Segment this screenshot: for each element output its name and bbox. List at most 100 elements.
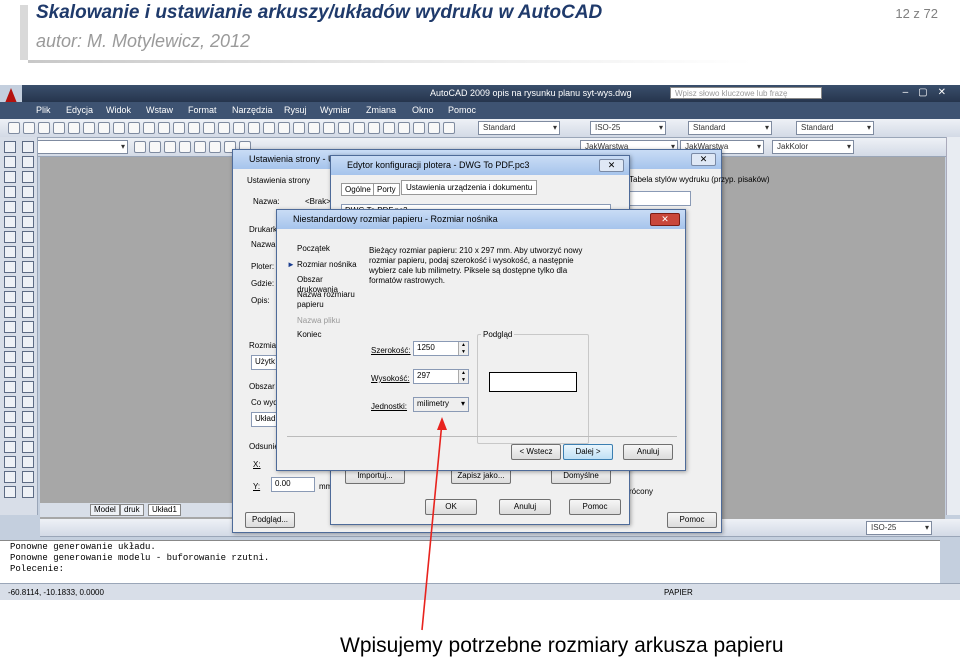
back-button[interactable]: < Wstecz <box>511 444 561 460</box>
draw-tool-icon[interactable] <box>22 441 34 453</box>
draw-tool-icon[interactable] <box>4 261 16 273</box>
menu-item-1[interactable]: Edycja <box>66 105 93 115</box>
tab-model[interactable]: Model <box>90 504 120 516</box>
toolbar-tool-icon[interactable] <box>263 122 275 134</box>
offset-y-input[interactable]: 0.00 <box>271 477 315 492</box>
menu-item-8[interactable]: Zmiana <box>366 105 396 115</box>
height-spinner[interactable]: ▲ ▼ <box>458 370 468 383</box>
draw-tool-icon[interactable] <box>4 171 16 183</box>
dim-style-bottom-combo[interactable]: ISO-25 <box>866 521 932 535</box>
draw-tool-icon[interactable] <box>4 366 16 378</box>
toolbar-tool-icon[interactable] <box>428 122 440 134</box>
close-icon[interactable]: ✕ <box>650 213 680 226</box>
draw-tool-icon[interactable] <box>22 216 34 228</box>
menu-item-10[interactable]: Pomoc <box>448 105 476 115</box>
page-setup-help-button[interactable]: Pomoc <box>667 512 717 528</box>
draw-tool-icon[interactable] <box>4 276 16 288</box>
draw-tool-icon[interactable] <box>4 216 16 228</box>
toolbar-tool-icon[interactable] <box>68 122 80 134</box>
command-window[interactable]: Ponowne generowanie układu. Ponowne gener… <box>0 540 940 583</box>
draw-tool-icon[interactable] <box>4 306 16 318</box>
mleader-style-combo[interactable]: Standard <box>796 121 874 135</box>
draw-tool-icon[interactable] <box>22 366 34 378</box>
draw-tool-icon[interactable] <box>4 486 16 498</box>
toolbar-tool-icon[interactable] <box>188 122 200 134</box>
close-icon[interactable]: ✕ <box>599 159 624 172</box>
draw-tool-icon[interactable] <box>22 201 34 213</box>
wizard-cancel-button[interactable]: Anuluj <box>623 444 673 460</box>
preview-button[interactable]: Podgląd... <box>245 512 295 528</box>
draw-tool-icon[interactable] <box>22 396 34 408</box>
draw-tool-icon[interactable] <box>4 456 16 468</box>
plotter-cancel-button[interactable]: Anuluj <box>499 499 551 515</box>
draw-tool-icon[interactable] <box>22 291 34 303</box>
table-style-combo[interactable]: Standard <box>688 121 772 135</box>
paper-space-toggle[interactable]: PAPIER <box>664 588 693 597</box>
draw-tool-icon[interactable] <box>22 486 34 498</box>
draw-tool-icon[interactable] <box>4 336 16 348</box>
draw-tool-icon[interactable] <box>4 186 16 198</box>
tab-ports[interactable]: Porty <box>373 183 400 196</box>
draw-tool-icon[interactable] <box>22 426 34 438</box>
draw-tool-icon[interactable] <box>22 411 34 423</box>
layer-tool-icon[interactable] <box>149 141 161 153</box>
toolbar-tool-icon[interactable] <box>308 122 320 134</box>
draw-tool-icon[interactable] <box>22 456 34 468</box>
layer-tool-icon[interactable] <box>164 141 176 153</box>
plot-style-combo[interactable] <box>629 191 691 206</box>
layer-tool-icon[interactable] <box>209 141 221 153</box>
draw-tool-icon[interactable] <box>22 186 34 198</box>
next-button[interactable]: Dalej > <box>563 444 613 460</box>
tab-device-settings[interactable]: Ustawienia urządzenia i dokumentu <box>401 180 538 195</box>
color-combo[interactable]: JakKolor <box>772 140 854 154</box>
layer-tool-icon[interactable] <box>134 141 146 153</box>
draw-tool-icon[interactable] <box>22 471 34 483</box>
draw-tool-icon[interactable] <box>22 336 34 348</box>
toolbar-tool-icon[interactable] <box>413 122 425 134</box>
menu-item-7[interactable]: Wymiar <box>320 105 350 115</box>
draw-tool-icon[interactable] <box>4 246 16 258</box>
draw-tool-icon[interactable] <box>4 291 16 303</box>
draw-tool-icon[interactable] <box>4 441 16 453</box>
toolbar-tool-icon[interactable] <box>278 122 290 134</box>
toolbar-tool-icon[interactable] <box>173 122 185 134</box>
draw-tool-icon[interactable] <box>4 156 16 168</box>
toolbar-tool-icon[interactable] <box>443 122 455 134</box>
draw-tool-icon[interactable] <box>22 156 34 168</box>
toolbar-tool-icon[interactable] <box>383 122 395 134</box>
toolbar-tool-icon[interactable] <box>143 122 155 134</box>
tab-druk[interactable]: druk <box>120 504 144 516</box>
draw-tool-icon[interactable] <box>4 141 16 153</box>
draw-tool-icon[interactable] <box>4 351 16 363</box>
vertical-scrollbar[interactable] <box>946 137 960 515</box>
menu-item-6[interactable]: Rysuj <box>284 105 307 115</box>
plotter-ok-button[interactable]: OK <box>425 499 477 515</box>
toolbar-tool-icon[interactable] <box>113 122 125 134</box>
toolbar-tool-icon[interactable] <box>338 122 350 134</box>
toolbar-tool-icon[interactable] <box>203 122 215 134</box>
draw-tool-icon[interactable] <box>4 471 16 483</box>
toolbar-tool-icon[interactable] <box>233 122 245 134</box>
toolbar-tool-icon[interactable] <box>158 122 170 134</box>
draw-tool-icon[interactable] <box>4 381 16 393</box>
menu-item-2[interactable]: Widok <box>106 105 131 115</box>
draw-tool-icon[interactable] <box>22 306 34 318</box>
draw-tool-icon[interactable] <box>22 261 34 273</box>
toolbar-tool-icon[interactable] <box>38 122 50 134</box>
toolbar-tool-icon[interactable] <box>218 122 230 134</box>
draw-tool-icon[interactable] <box>22 231 34 243</box>
draw-tool-icon[interactable] <box>4 396 16 408</box>
layer-tool-icon[interactable] <box>179 141 191 153</box>
width-spinner[interactable]: ▲ ▼ <box>458 342 468 355</box>
draw-tool-icon[interactable] <box>4 426 16 438</box>
toolbar-tool-icon[interactable] <box>323 122 335 134</box>
toolbar-tool-icon[interactable] <box>23 122 35 134</box>
tab-uklad1[interactable]: Układ1 <box>148 504 181 516</box>
menu-item-5[interactable]: Narzędzia <box>232 105 273 115</box>
toolbar-tool-icon[interactable] <box>248 122 260 134</box>
toolbar-tool-icon[interactable] <box>53 122 65 134</box>
command-prompt[interactable]: Polecenie: <box>10 564 930 575</box>
toolbar-tool-icon[interactable] <box>98 122 110 134</box>
toolbar-tool-icon[interactable] <box>368 122 380 134</box>
draw-tool-icon[interactable] <box>22 381 34 393</box>
